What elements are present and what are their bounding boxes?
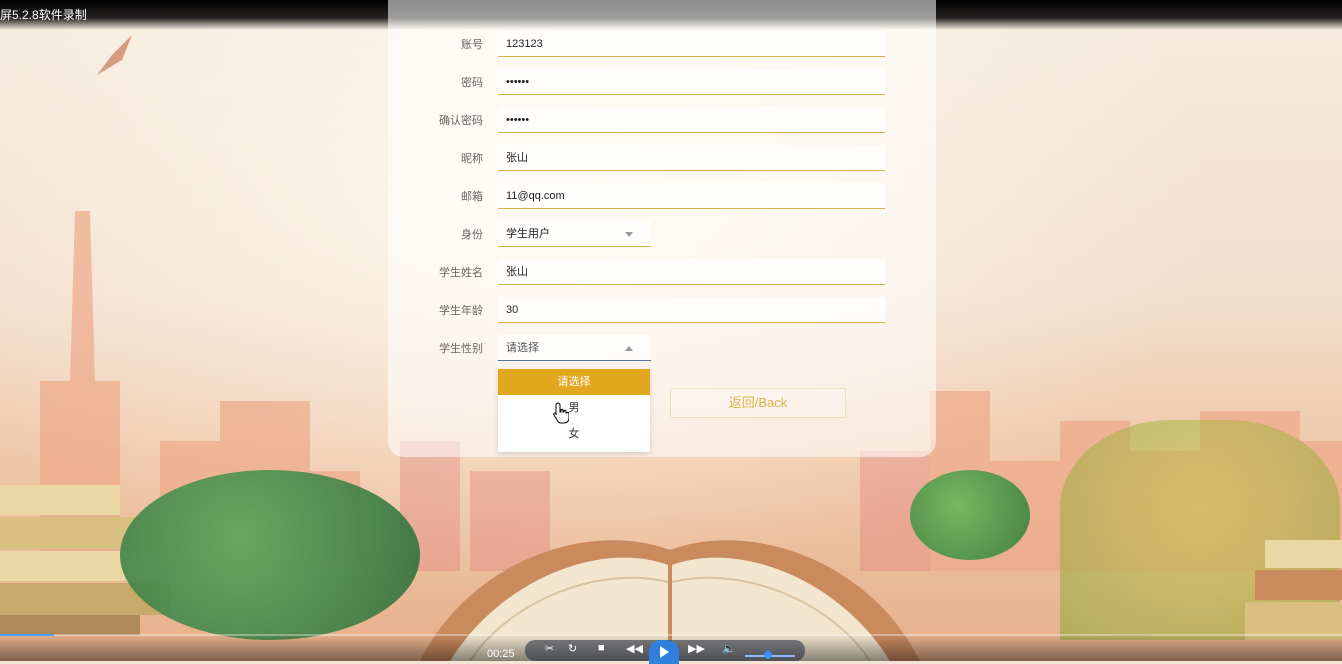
account-input[interactable]: 123123	[498, 31, 885, 57]
student-gender-select[interactable]: 请选择	[498, 335, 651, 361]
playback-progress-fill	[0, 634, 54, 636]
student-name-input[interactable]: 张山	[498, 259, 885, 285]
fast-forward-icon[interactable]: ▶▶	[688, 642, 705, 655]
replay-icon[interactable]: ↻	[568, 642, 577, 655]
register-form-card: 账号 123123 密码 •••••• 确认密码 •••••• 昵称 张山 邮箱…	[388, 0, 936, 457]
role-select-value: 学生用户	[506, 228, 550, 240]
back-button[interactable]: 返回/Back	[670, 388, 846, 418]
hand-cursor-icon	[553, 402, 569, 424]
role-label: 身份	[461, 229, 483, 241]
gender-dropdown-menu: 请选择 男 女	[498, 369, 650, 452]
chevron-down-icon	[625, 232, 633, 237]
email-label: 邮箱	[461, 191, 483, 203]
form-row-nickname: 昵称 张山	[388, 145, 936, 173]
scissors-icon[interactable]: ✂	[545, 642, 554, 655]
student-age-input[interactable]: 30	[498, 297, 885, 323]
student-name-label: 学生姓名	[439, 267, 483, 279]
form-row-student-age: 学生年龄 30	[388, 297, 936, 325]
gender-option-male[interactable]: 男	[498, 395, 650, 421]
recorder-title: 屏5.2.8软件录制	[0, 8, 87, 22]
password-label: 密码	[461, 77, 483, 89]
bird-illustration	[97, 35, 132, 75]
gender-option-placeholder[interactable]: 请选择	[498, 369, 650, 395]
tree-illustration	[120, 470, 420, 640]
form-row-student-gender: 学生性别 请选择	[388, 335, 936, 363]
chevron-up-icon	[625, 346, 633, 351]
password-input[interactable]: ••••••	[498, 69, 885, 95]
form-row-password: 密码 ••••••	[388, 69, 936, 97]
playback-time: 00:25	[487, 648, 515, 660]
gender-option-female[interactable]: 女	[498, 421, 650, 447]
student-age-label: 学生年龄	[439, 305, 483, 317]
nickname-input[interactable]: 张山	[498, 145, 885, 171]
confirm-password-label: 确认密码	[439, 115, 483, 127]
role-select[interactable]: 学生用户	[498, 221, 651, 247]
form-row-account: 账号 123123	[388, 31, 936, 59]
form-row-confirm-password: 确认密码 ••••••	[388, 107, 936, 135]
account-label: 账号	[461, 39, 483, 51]
volume-icon[interactable]: 🔈	[722, 642, 736, 655]
form-row-email: 邮箱 11@qq.com	[388, 183, 936, 211]
confirm-password-input[interactable]: ••••••	[498, 107, 885, 133]
books-stack-right-illustration	[1245, 540, 1342, 640]
play-button[interactable]	[649, 640, 679, 664]
email-input[interactable]: 11@qq.com	[498, 183, 885, 209]
gender-select-placeholder: 请选择	[506, 342, 539, 354]
form-row-role: 身份 学生用户	[388, 221, 936, 249]
student-gender-label: 学生性别	[439, 343, 483, 355]
volume-slider-handle[interactable]	[763, 651, 772, 659]
nickname-label: 昵称	[461, 153, 483, 165]
playback-progress-bar[interactable]	[0, 634, 1342, 636]
stop-icon[interactable]: ■	[598, 642, 605, 654]
form-row-student-name: 学生姓名 张山	[388, 259, 936, 287]
rewind-icon[interactable]: ◀◀	[626, 642, 643, 655]
